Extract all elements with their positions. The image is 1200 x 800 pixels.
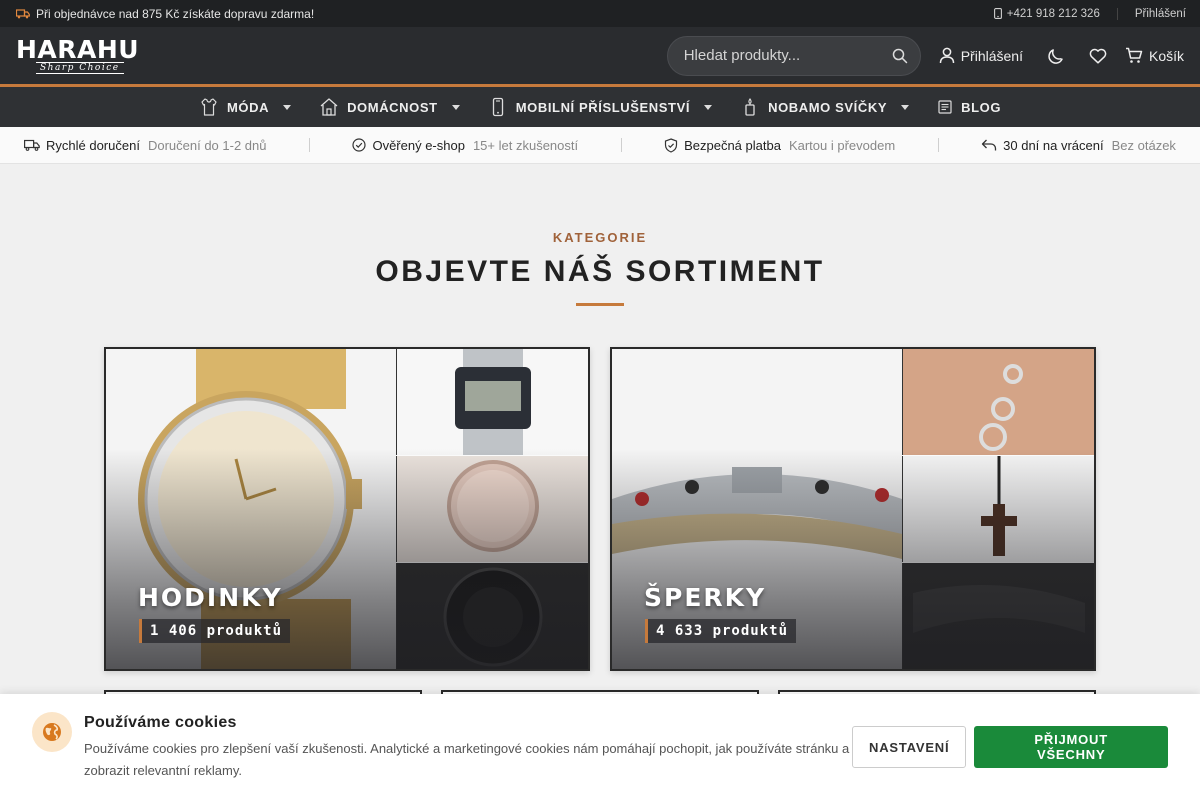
benefit-verified-shop: Ověřený e-shop 15+ let zkušeností: [352, 138, 578, 153]
nav-item-mobilni-prislusenstvi[interactable]: MOBILNÍ PŘÍSLUŠENSTVÍ: [474, 97, 726, 117]
nav-item-domacnost[interactable]: DOMÁCNOST: [305, 97, 474, 117]
check-circle-icon: [352, 138, 367, 152]
shield-icon: [664, 137, 678, 153]
benefit-title: Bezpečná platba: [684, 137, 781, 153]
logo-name: HARAHU: [16, 34, 140, 64]
cookie-settings-button[interactable]: NASTAVENÍ: [852, 726, 967, 768]
section-heading: OBJEVTE NÁŠ SORTIMENT: [375, 255, 825, 288]
category-card-sperky[interactable]: ŠPERKY 4 633 produktů: [610, 347, 1096, 671]
login-label: Přihlášení: [960, 47, 1023, 64]
product-count-badge: 1 406 produktů: [139, 619, 291, 643]
benefits-strip: Rychlé doručení Doručení do 1-2 dnů Ověř…: [0, 127, 1200, 164]
search-input[interactable]: [683, 47, 892, 64]
globe-icon: [32, 712, 72, 752]
heart-icon: [1089, 48, 1107, 64]
phone-number: +421 918 212 326: [1006, 7, 1100, 20]
divider: [308, 138, 310, 152]
top-bar: Při objednávce nad 875 Kč získáte doprav…: [0, 0, 1200, 27]
cart-label: Košík: [1148, 47, 1184, 64]
user-icon: [939, 47, 955, 64]
chevron-down-icon: [451, 104, 460, 110]
main-navigation: MÓDA DOMÁCNOST MOBILNÍ PŘÍSLUŠENSTVÍ NOB…: [0, 87, 1200, 127]
category-grid: HODINKY 1 406 produktů ŠPERKY 4 633 prod…: [0, 306, 1200, 706]
search-icon[interactable]: [892, 48, 908, 64]
benefit-title: Ověřený e-shop: [372, 137, 465, 153]
nav-label: NOBAMO SVÍČKY: [768, 99, 888, 115]
product-count-badge: 4 633 produktů: [645, 619, 797, 643]
cookie-title: Používáme cookies: [84, 714, 237, 731]
blog-icon: [937, 99, 953, 115]
site-header: HARAHU Sharp Choice Přihlášení: [0, 27, 1200, 87]
chevron-down-icon: [901, 104, 910, 110]
search-bar: [666, 35, 921, 76]
nav-label: MÓDA: [226, 99, 270, 115]
benefit-subtitle: Bez otázek: [1111, 137, 1176, 153]
truck-icon: [24, 139, 40, 151]
category-card-hodinky[interactable]: HODINKY 1 406 produktů: [104, 347, 590, 671]
chevron-down-icon: [283, 104, 292, 110]
return-icon: [981, 138, 997, 152]
category-name: HODINKY: [138, 583, 283, 612]
benefit-title: Rychlé doručení: [46, 137, 140, 153]
cookie-description: Používáme cookies pro zlepšení vaší zkuš…: [84, 741, 850, 778]
cookie-banner: Používáme cookies Používáme cookies pro …: [0, 694, 1200, 800]
logo-tagline: Sharp Choice: [36, 61, 124, 74]
benefit-title: 30 dní na vrácení: [1003, 137, 1104, 153]
divider: [620, 138, 622, 152]
benefit-returns: 30 dní na vrácení Bez otázek: [981, 138, 1176, 153]
nav-item-nobamo-svicky[interactable]: NOBAMO SVÍČKY: [726, 97, 923, 117]
fashion-icon: [199, 97, 219, 117]
nav-label: DOMÁCNOST: [347, 99, 438, 115]
benefit-secure-payment: Bezpečná platba Kartou i převodem: [664, 138, 895, 153]
phone-icon: [488, 97, 508, 117]
nav-label: BLOG: [961, 99, 1002, 115]
dark-mode-toggle[interactable]: [1047, 47, 1065, 65]
benefit-subtitle: Kartou i převodem: [788, 137, 896, 153]
phone-icon: [993, 8, 1002, 19]
benefit-subtitle: Doručení do 1-2 dnů: [147, 137, 267, 153]
moon-icon: [1047, 47, 1065, 65]
thumb-digital-watch: [396, 349, 588, 455]
benefit-fast-delivery: Rychlé doručení Doručení do 1-2 dnů: [24, 138, 266, 153]
nav-item-moda[interactable]: MÓDA: [185, 97, 305, 117]
divider: [937, 138, 939, 152]
cart-icon: [1125, 47, 1143, 64]
categories-section-header: KATEGORIE OBJEVTE NÁŠ SORTIMENT: [0, 164, 1200, 306]
cart-button[interactable]: Košík: [1125, 47, 1184, 64]
promo-banner: Při objednávce nad 875 Kč získáte doprav…: [16, 7, 314, 21]
nav-label: MOBILNÍ PŘÍSLUŠENSTVÍ: [515, 99, 691, 115]
login-button[interactable]: Přihlášení: [939, 47, 1023, 64]
nav-item-blog[interactable]: BLOG: [923, 99, 1015, 115]
site-logo[interactable]: HARAHU Sharp Choice: [16, 34, 140, 74]
phone-link[interactable]: +421 918 212 326: [993, 7, 1118, 20]
home-icon: [319, 97, 339, 117]
delivery-truck-icon: [16, 8, 30, 19]
category-name: ŠPERKY: [644, 583, 767, 612]
chevron-down-icon: [704, 104, 713, 110]
candle-icon: [740, 97, 760, 117]
accept-all-cookies-button[interactable]: PŘIJMOUT VŠECHNY: [974, 726, 1168, 768]
wishlist-button[interactable]: [1089, 48, 1107, 64]
thumb-ear-cuffs: [902, 349, 1094, 455]
benefit-subtitle: 15+ let zkušeností: [472, 137, 579, 153]
section-kicker: KATEGORIE: [552, 230, 648, 245]
topbar-login-link[interactable]: Přihlášení: [1135, 8, 1186, 20]
promo-text: Při objednávce nad 875 Kč získáte doprav…: [36, 6, 315, 21]
